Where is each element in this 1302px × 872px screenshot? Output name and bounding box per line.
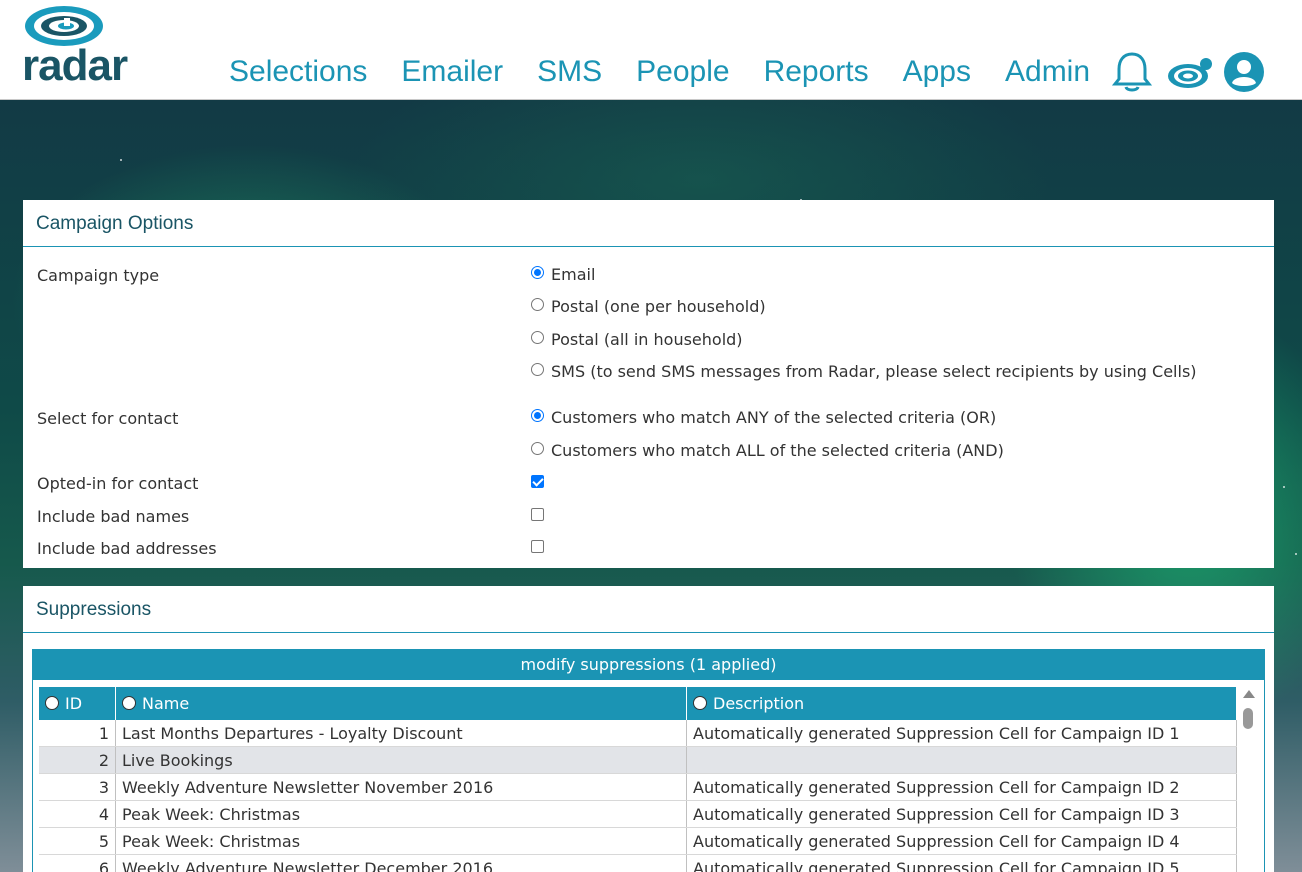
cell-id: 3 — [39, 773, 116, 801]
table-row[interactable]: 6 Weekly Adventure Newsletter December 2… — [39, 854, 1237, 872]
campaign-type-postal-all-label: Postal (all in household) — [551, 330, 743, 349]
opted-in-label: Opted-in for contact — [37, 474, 199, 493]
match-all-option[interactable]: Customers who match ALL of the selected … — [531, 441, 1004, 460]
column-header-id-label: ID — [65, 694, 83, 713]
cell-name: Weekly Adventure Newsletter December 201… — [115, 854, 687, 872]
cell-description: Automatically generated Suppression Cell… — [686, 720, 1237, 747]
table-row[interactable]: 4 Peak Week: Christmas Automatically gen… — [39, 800, 1237, 828]
opted-in-checkbox[interactable] — [531, 475, 544, 488]
cell-id: 2 — [39, 746, 116, 774]
sort-radio-description[interactable] — [693, 695, 707, 710]
cell-id: 5 — [39, 827, 116, 855]
campaign-options-title: Campaign Options — [23, 200, 1274, 247]
nav-sms[interactable]: SMS — [520, 50, 619, 94]
nav-admin[interactable]: Admin — [988, 50, 1107, 94]
bad-names-label: Include bad names — [37, 507, 190, 526]
column-header-name[interactable]: Name — [115, 687, 687, 720]
suppressions-grid: ID Name Description 1 Last Months Depart… — [32, 680, 1265, 872]
cell-id: 6 — [39, 854, 116, 872]
table-header-row: ID Name Description — [39, 687, 1237, 720]
radio-email[interactable] — [531, 266, 544, 279]
campaign-type-sms-option[interactable]: SMS (to send SMS messages from Radar, pl… — [531, 362, 1197, 381]
bell-icon[interactable] — [1111, 50, 1153, 98]
table-row[interactable]: 2 Live Bookings — [39, 746, 1237, 774]
campaign-type-postal-one-label: Postal (one per household) — [551, 297, 766, 316]
cell-description: Automatically generated Suppression Cell… — [686, 773, 1237, 801]
user-avatar-icon[interactable] — [1224, 52, 1264, 96]
match-all-label: Customers who match ALL of the selected … — [551, 441, 1004, 460]
table-row[interactable]: 1 Last Months Departures - Loyalty Disco… — [39, 720, 1237, 747]
logo-wordmark: radar — [22, 41, 128, 90]
radio-match-all[interactable] — [531, 442, 544, 455]
cell-description — [686, 746, 1237, 774]
table-row[interactable]: 5 Peak Week: Christmas Automatically gen… — [39, 827, 1237, 855]
column-header-description-label: Description — [713, 694, 805, 713]
table-row[interactable]: 3 Weekly Adventure Newsletter November 2… — [39, 773, 1237, 801]
table-scrollbar[interactable] — [1240, 687, 1256, 872]
campaign-type-label: Campaign type — [37, 266, 160, 285]
scroll-up-arrow-icon[interactable] — [1243, 690, 1255, 698]
cell-id: 4 — [39, 800, 116, 828]
cell-description: Automatically generated Suppression Cell… — [686, 854, 1237, 872]
nav-people[interactable]: People — [619, 50, 746, 94]
modify-suppressions-button[interactable]: modify suppressions (1 applied) — [32, 649, 1265, 680]
bad-names-checkbox[interactable] — [531, 508, 544, 521]
suppressions-table: ID Name Description 1 Last Months Depart… — [39, 687, 1237, 872]
cell-name: Weekly Adventure Newsletter November 201… — [115, 773, 687, 801]
cell-name: Live Bookings — [115, 746, 687, 774]
campaign-options-panel: Campaign Options Campaign type Email Pos… — [23, 200, 1274, 568]
top-header: radar Selections Emailer SMS People Repo… — [0, 0, 1302, 100]
nav-emailer[interactable]: Emailer — [384, 50, 520, 94]
column-header-name-label: Name — [142, 694, 190, 713]
cell-description: Automatically generated Suppression Cell… — [686, 827, 1237, 855]
cell-name: Peak Week: Christmas — [115, 800, 687, 828]
radio-postal-all[interactable] — [531, 331, 544, 344]
column-header-description[interactable]: Description — [686, 687, 1237, 720]
sort-radio-name[interactable] — [122, 695, 136, 710]
radar-logo[interactable]: radar — [22, 4, 158, 88]
radio-sms[interactable] — [531, 363, 544, 376]
campaign-type-sms-label: SMS (to send SMS messages from Radar, pl… — [551, 362, 1197, 381]
match-any-option[interactable]: Customers who match ANY of the selected … — [531, 408, 996, 427]
column-header-id[interactable]: ID — [39, 687, 116, 720]
nav-selections[interactable]: Selections — [212, 50, 384, 94]
match-any-label: Customers who match ANY of the selected … — [551, 408, 997, 427]
suppressions-panel: Suppressions modify suppressions (1 appl… — [23, 586, 1274, 872]
cell-id: 1 — [39, 720, 116, 747]
campaign-type-postal-one-option[interactable]: Postal (one per household) — [531, 297, 766, 316]
nav-apps[interactable]: Apps — [886, 50, 988, 94]
nav-reports[interactable]: Reports — [747, 50, 886, 94]
campaign-type-email-label: Email — [551, 265, 596, 284]
cell-name: Peak Week: Christmas — [115, 827, 687, 855]
cell-description: Automatically generated Suppression Cell… — [686, 800, 1237, 828]
bad-addresses-checkbox[interactable] — [531, 540, 544, 553]
suppressions-title: Suppressions — [23, 586, 1274, 633]
sort-radio-id[interactable] — [45, 695, 59, 710]
scroll-thumb[interactable] — [1243, 708, 1253, 729]
bad-addresses-label: Include bad addresses — [37, 539, 217, 558]
radar-icon[interactable] — [1166, 56, 1216, 96]
campaign-type-email-option[interactable]: Email — [531, 265, 595, 284]
radio-match-any[interactable] — [531, 409, 544, 422]
campaign-type-postal-all-option[interactable]: Postal (all in household) — [531, 330, 743, 349]
radio-postal-one[interactable] — [531, 298, 544, 311]
cell-name: Last Months Departures - Loyalty Discoun… — [115, 720, 687, 747]
select-for-contact-label: Select for contact — [37, 409, 179, 428]
main-nav: Selections Emailer SMS People Reports Ap… — [212, 50, 1107, 94]
